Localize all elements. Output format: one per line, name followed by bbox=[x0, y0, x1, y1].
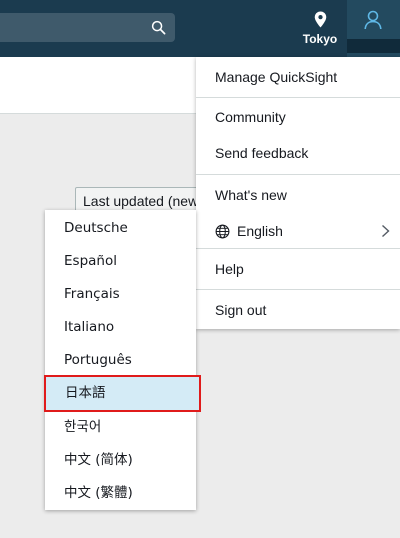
language-option-francais[interactable]: Français bbox=[45, 278, 196, 311]
language-option-japanese[interactable]: 日本語 bbox=[44, 375, 201, 412]
language-submenu: Deutsche Español Français Italiano Portu… bbox=[44, 210, 201, 510]
language-option-chinese-simplified[interactable]: 中文 (简体) bbox=[45, 444, 196, 477]
chevron-right-icon bbox=[382, 224, 390, 238]
account-menu: Manage QuickSight Community Send feedbac… bbox=[196, 57, 400, 329]
language-option-italiano[interactable]: Italiano bbox=[45, 311, 196, 344]
search-icon[interactable] bbox=[151, 20, 166, 35]
language-option-deutsche[interactable]: Deutsche bbox=[45, 212, 196, 245]
location-pin-icon bbox=[314, 11, 326, 28]
menu-item-help[interactable]: Help bbox=[196, 249, 400, 289]
region-selector[interactable]: Tokyo bbox=[298, 0, 342, 57]
menu-item-sign-out[interactable]: Sign out bbox=[196, 290, 400, 330]
region-label: Tokyo bbox=[302, 32, 338, 46]
language-label: English bbox=[237, 223, 283, 239]
menu-item-manage-quicksight[interactable]: Manage QuickSight bbox=[196, 57, 400, 97]
menu-item-community[interactable]: Community bbox=[196, 98, 400, 134]
globe-icon bbox=[215, 224, 230, 238]
language-option-portugues[interactable]: Português bbox=[45, 344, 196, 377]
search-input[interactable] bbox=[0, 13, 175, 42]
menu-item-whats-new[interactable]: What's new bbox=[196, 175, 400, 214]
menu-item-send-feedback[interactable]: Send feedback bbox=[196, 134, 400, 172]
language-option-espanol[interactable]: Español bbox=[45, 245, 196, 278]
menu-item-language[interactable]: English bbox=[196, 214, 400, 248]
language-option-korean[interactable]: 한국어 bbox=[45, 411, 196, 444]
user-account-button[interactable] bbox=[347, 0, 400, 57]
top-navigation-bar: Tokyo bbox=[0, 0, 400, 57]
language-option-chinese-traditional[interactable]: 中文 (繁體) bbox=[45, 477, 196, 510]
user-icon bbox=[364, 10, 382, 30]
user-name-strip bbox=[347, 39, 400, 53]
